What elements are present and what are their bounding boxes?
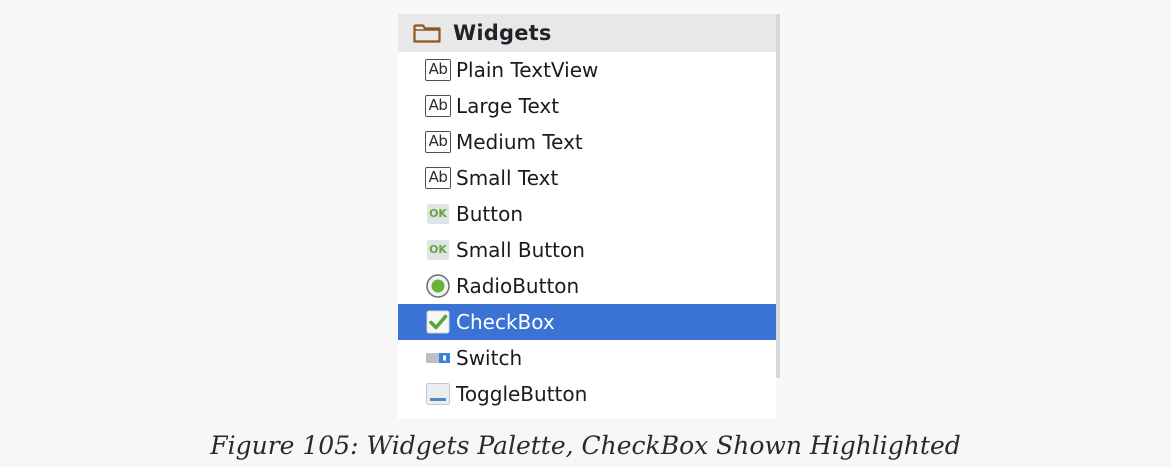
palette-item-label: ToggleButton [456, 382, 588, 406]
widgets-palette: Widgets Ab Plain TextView Ab Large Text … [398, 14, 776, 419]
palette-item-togglebutton[interactable]: ToggleButton [398, 376, 776, 412]
folder-icon [413, 23, 441, 43]
category-header-widgets[interactable]: Widgets [398, 14, 776, 52]
palette-item-small-text[interactable]: Ab Small Text [398, 160, 776, 196]
text-ab-icon-glyph: Ab [425, 95, 451, 117]
palette-item-button[interactable]: OK Button [398, 196, 776, 232]
text-ab-icon-glyph: Ab [425, 59, 451, 81]
radio-button-icon [424, 274, 452, 298]
palette-item-label: Small Button [456, 238, 585, 262]
text-ab-icon: Ab [424, 166, 452, 190]
switch-icon [424, 346, 452, 370]
palette-item-label: Plain TextView [456, 58, 599, 82]
ok-button-icon-glyph: OK [427, 240, 449, 260]
text-ab-icon: Ab [424, 94, 452, 118]
screenshot-stage: Widgets Ab Plain TextView Ab Large Text … [0, 0, 1171, 467]
text-ab-icon: Ab [424, 58, 452, 82]
ok-button-icon: OK [424, 202, 452, 226]
palette-item-medium-text[interactable]: Ab Medium Text [398, 124, 776, 160]
toggle-button-icon [424, 382, 452, 406]
palette-item-label: Small Text [456, 166, 559, 190]
palette-item-plain-textview[interactable]: Ab Plain TextView [398, 52, 776, 88]
text-ab-icon-glyph: Ab [425, 167, 451, 189]
palette-item-radiobutton[interactable]: RadioButton [398, 268, 776, 304]
ok-button-icon-glyph: OK [427, 204, 449, 224]
palette-item-label: Large Text [456, 94, 560, 118]
text-ab-icon: Ab [424, 130, 452, 154]
text-ab-icon-glyph: Ab [425, 131, 451, 153]
palette-item-checkbox[interactable]: CheckBox [398, 304, 776, 340]
palette-item-label: Switch [456, 346, 523, 370]
palette-item-label: Medium Text [456, 130, 583, 154]
figure-caption: Figure 105: Widgets Palette, CheckBox Sh… [210, 431, 961, 460]
palette-scrollbar[interactable] [776, 14, 780, 378]
palette-item-label: RadioButton [456, 274, 580, 298]
checkbox-icon [424, 310, 452, 334]
palette-item-small-button[interactable]: OK Small Button [398, 232, 776, 268]
palette-item-switch[interactable]: Switch [398, 340, 776, 376]
palette-item-label: CheckBox [456, 310, 555, 334]
palette-item-label: Button [456, 202, 523, 226]
category-title: Widgets [453, 21, 552, 45]
palette-item-large-text[interactable]: Ab Large Text [398, 88, 776, 124]
ok-button-icon: OK [424, 238, 452, 262]
